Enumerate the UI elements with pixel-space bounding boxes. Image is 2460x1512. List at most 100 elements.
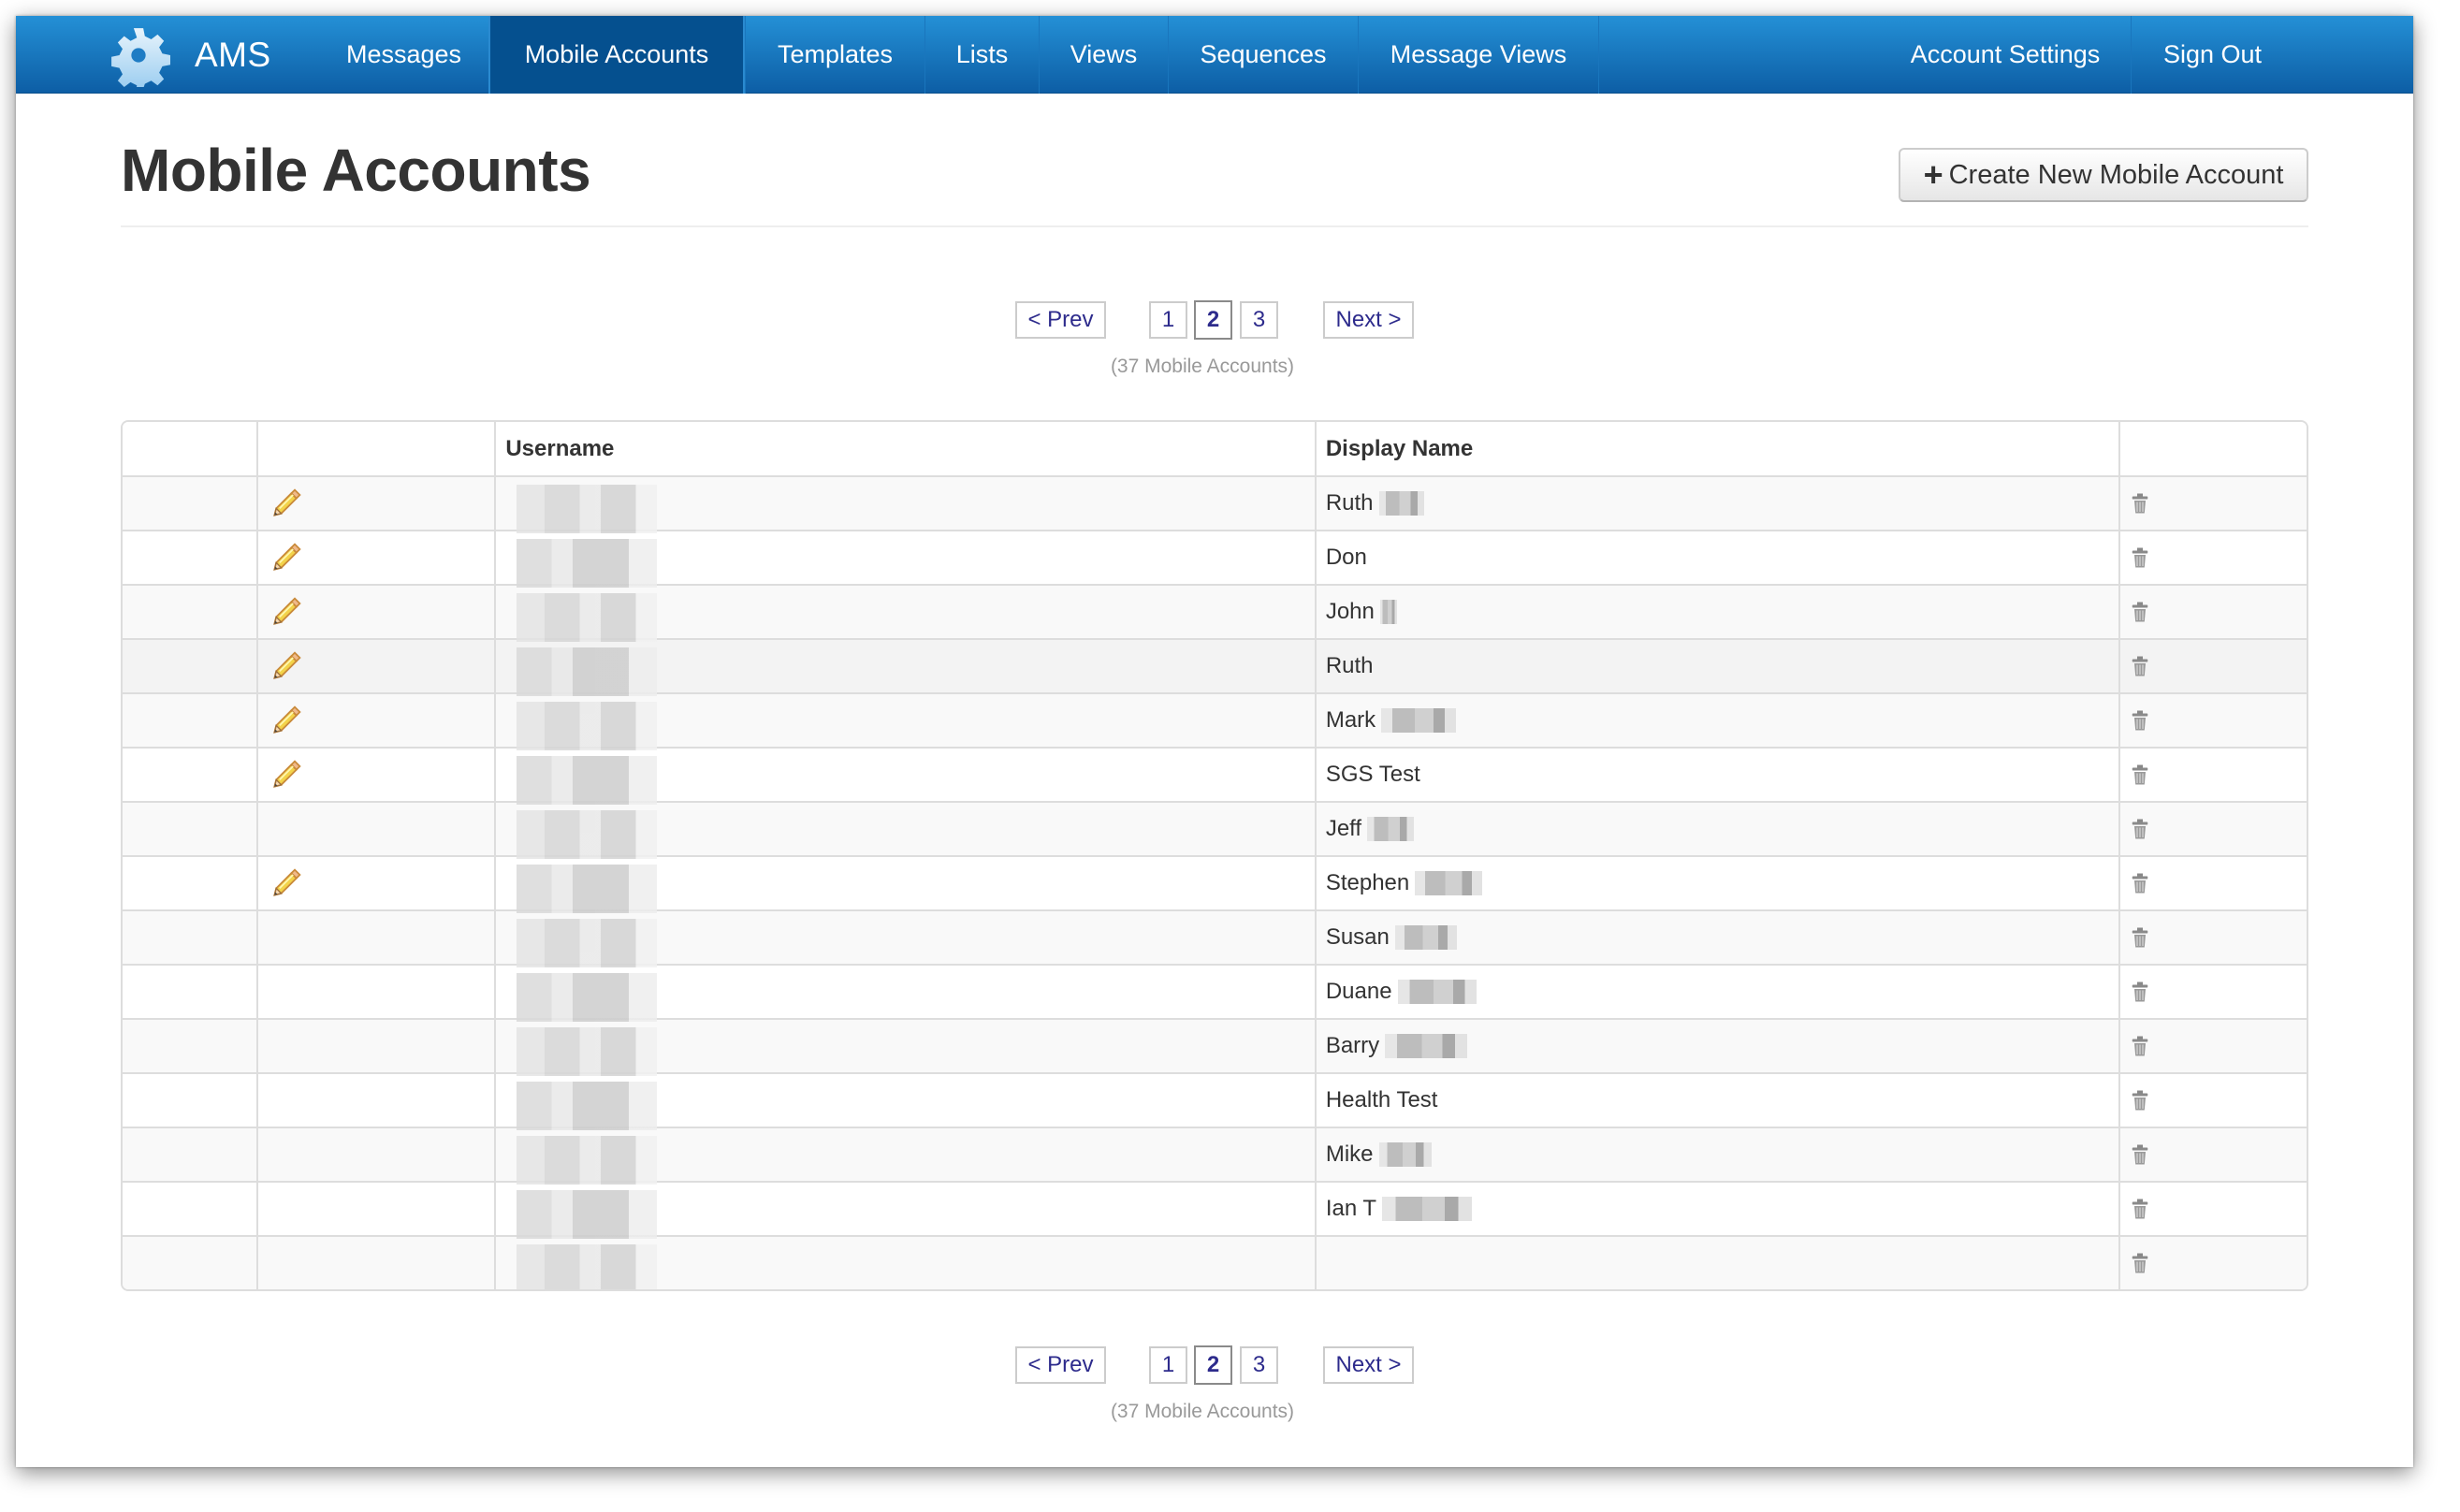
row-blank-cell <box>123 477 256 530</box>
pencil-icon[interactable] <box>269 595 303 629</box>
trash-icon[interactable] <box>2129 926 2151 949</box>
trash-icon[interactable] <box>2129 546 2151 569</box>
pencil-icon[interactable] <box>269 758 303 792</box>
next-page-button[interactable]: Next > <box>1323 301 1414 339</box>
table-row: [redacted] Ruth <box>123 638 2307 696</box>
row-edit-cell <box>255 586 495 638</box>
username-cell[interactable]: [redacted] <box>494 1237 1314 1289</box>
trash-icon[interactable] <box>2129 1035 2151 1057</box>
page-3-button[interactable]: 3 <box>1240 1346 1278 1384</box>
row-delete-cell <box>2118 1074 2307 1127</box>
row-edit-cell <box>255 1074 495 1127</box>
trash-icon[interactable] <box>2129 1143 2151 1166</box>
table-row: [redacted] <box>123 1235 2307 1289</box>
trash-icon[interactable] <box>2129 601 2151 623</box>
display-name-cell: Jeff <box>1314 803 2119 855</box>
trash-icon[interactable] <box>2129 655 2151 677</box>
nav-templates[interactable]: Templates <box>745 16 924 94</box>
trash-icon[interactable] <box>2129 1198 2151 1220</box>
row-edit-cell <box>255 1183 495 1235</box>
row-blank-cell <box>123 586 256 638</box>
pencil-icon[interactable] <box>269 541 303 574</box>
username-cell[interactable]: [redacted] <box>494 1020 1314 1076</box>
row-edit-cell <box>255 640 495 692</box>
redacted-username: [redacted] <box>517 485 658 533</box>
nav-account-settings[interactable]: Account Settings <box>1880 16 2131 94</box>
nav-label: Message Views <box>1390 40 1567 68</box>
account-count: (37 Mobile Accounts) <box>1110 356 1295 377</box>
column-header-username[interactable]: Username <box>494 422 1314 475</box>
nav-mobile-accounts[interactable]: Mobile Accounts <box>488 16 745 94</box>
nav-lists[interactable]: Lists <box>924 16 1039 94</box>
username-cell[interactable]: [redacted] <box>494 857 1314 913</box>
nav-message-views[interactable]: Message Views <box>1358 16 1599 94</box>
trash-icon[interactable] <box>2129 763 2151 786</box>
pagination-top: < Prev 1 2 3 Next > (37 Mobile Accounts) <box>16 300 2413 377</box>
trash-icon[interactable] <box>2129 872 2151 894</box>
row-blank-cell <box>123 640 256 692</box>
display-name-cell: Susan <box>1314 911 2119 964</box>
display-name-cell: Duane <box>1314 966 2119 1018</box>
row-blank-cell <box>123 803 256 855</box>
nav-label: Lists <box>955 40 1009 68</box>
display-name: Mark <box>1325 707 1376 733</box>
column-header-display-name[interactable]: Display Name <box>1314 422 2119 475</box>
prev-page-button[interactable]: < Prev <box>1015 1346 1106 1384</box>
nav-label: Account Settings <box>1910 40 2101 68</box>
next-page-button[interactable]: Next > <box>1323 1346 1414 1384</box>
trash-icon[interactable] <box>2129 1252 2151 1274</box>
page-1-button[interactable]: 1 <box>1149 1346 1187 1384</box>
username-cell[interactable]: [redacted] <box>494 640 1314 696</box>
redacted-username: [redacted] <box>517 810 658 859</box>
table-row: [redacted] John <box>123 584 2307 642</box>
username-cell[interactable]: [redacted] <box>494 477 1314 533</box>
row-blank-cell <box>123 966 256 1018</box>
nav-label: Templates <box>777 40 894 68</box>
page-3-button[interactable]: 3 <box>1240 301 1278 339</box>
pencil-icon[interactable] <box>269 866 303 900</box>
page-2-button[interactable]: 2 <box>1194 300 1232 340</box>
username-cell[interactable]: [redacted] <box>494 694 1314 750</box>
trash-icon[interactable] <box>2129 492 2151 515</box>
nav-views[interactable]: Views <box>1039 16 1168 94</box>
username-cell[interactable]: [redacted] <box>494 749 1314 805</box>
username-cell[interactable]: [redacted] <box>494 531 1314 588</box>
trash-icon[interactable] <box>2129 981 2151 1003</box>
row-delete-cell <box>2118 477 2307 530</box>
brand[interactable]: AMS <box>107 16 271 94</box>
create-mobile-account-button[interactable]: + Create New Mobile Account <box>1899 148 2308 202</box>
nav-sign-out[interactable]: Sign Out <box>2131 16 2293 94</box>
pencil-icon[interactable] <box>269 487 303 520</box>
row-edit-cell <box>255 857 495 909</box>
pencil-icon[interactable] <box>269 704 303 737</box>
trash-icon[interactable] <box>2129 818 2151 840</box>
row-delete-cell <box>2118 803 2307 855</box>
trash-icon[interactable] <box>2129 1089 2151 1112</box>
redacted-username: [redacted] <box>517 1244 658 1289</box>
redacted-surname <box>1385 1034 1468 1058</box>
table-row: [redacted] Jeff <box>123 801 2307 859</box>
nav-label: Messages <box>345 40 462 68</box>
username-cell[interactable]: [redacted] <box>494 586 1314 642</box>
top-navbar: AMS Messages Mobile Accounts Templates L… <box>16 16 2413 94</box>
trash-icon[interactable] <box>2129 709 2151 732</box>
username-cell[interactable]: [redacted] <box>494 803 1314 859</box>
display-name-cell: Ian T <box>1314 1183 2119 1235</box>
display-name: Ian T <box>1325 1196 1377 1221</box>
username-cell[interactable]: [redacted] <box>494 911 1314 967</box>
username-cell[interactable]: [redacted] <box>494 1128 1314 1185</box>
username-cell[interactable]: [redacted] <box>494 966 1314 1022</box>
redacted-surname <box>1379 600 1397 624</box>
username-cell[interactable]: [redacted] <box>494 1183 1314 1239</box>
pencil-icon[interactable] <box>269 649 303 683</box>
page-1-button[interactable]: 1 <box>1149 301 1187 339</box>
page-2-button[interactable]: 2 <box>1194 1345 1232 1385</box>
table-row: [redacted] Duane <box>123 964 2307 1022</box>
prev-page-button[interactable]: < Prev <box>1015 301 1106 339</box>
display-name-cell: Don <box>1314 531 2119 584</box>
nav-messages[interactable]: Messages <box>319 16 488 94</box>
redacted-username: [redacted] <box>517 756 658 805</box>
nav-sequences[interactable]: Sequences <box>1168 16 1358 94</box>
row-edit-cell <box>255 1237 495 1289</box>
username-cell[interactable]: [redacted] <box>494 1074 1314 1130</box>
